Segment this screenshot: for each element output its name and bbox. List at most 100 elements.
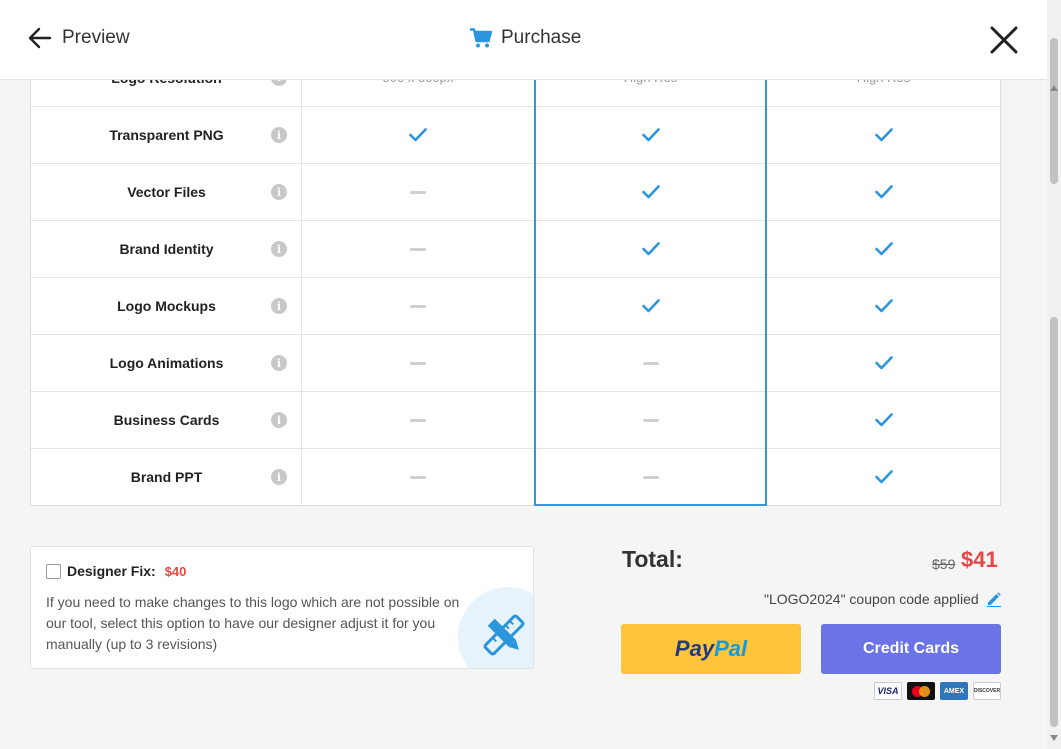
info-icon[interactable]: i [271,127,287,143]
feature-label: Vector Files [127,184,206,200]
total-label: Total: [622,546,683,572]
check-icon [874,299,893,313]
check-icon [641,128,660,142]
dash-icon [410,247,426,251]
dash-icon [642,418,659,422]
feature-label: Transparent PNG [109,127,224,143]
check-icon [641,299,660,313]
info-icon[interactable]: i [271,298,287,314]
credit-cards-button[interactable]: Credit Cards [821,624,1001,674]
plan-cell [302,392,535,448]
designer-fix-price: $40 [164,563,187,579]
feature-label: Brand Identity [119,241,214,257]
discounted-price: $41 [961,547,998,572]
feature-label: Logo Mockups [117,298,216,314]
table-row: Vector Files i [31,163,1000,220]
plan-cell [767,221,1000,277]
dash-icon [410,304,426,308]
feature-cell: Logo Animations i [31,335,302,391]
pencil-ruler-icon [483,614,525,656]
plan-cell [302,221,535,277]
page-scrollbar[interactable] [1047,0,1061,749]
dash-icon [410,361,426,365]
check-icon [641,185,660,199]
table-row: Brand Identity i [31,220,1000,277]
scroll-up-arrow-icon[interactable] [1050,85,1058,91]
visa-card-icon: VISA [874,682,902,700]
table-row: Logo Animations i [31,334,1000,391]
designer-fix-title: Designer Fix: [67,563,156,579]
designer-fix-header: Designer Fix: $40 [46,563,186,579]
check-icon [874,185,893,199]
scrollbar-thumb[interactable] [1050,317,1058,727]
check-icon [874,128,893,142]
feature-cell: Brand Identity i [31,221,302,277]
feature-comparison-table: Logo Resolutioni500 x 500pxHigh ResHigh … [30,49,1001,506]
paypal-logo-part2: Pal [714,636,748,661]
plan-cell [302,335,535,391]
check-icon [874,413,893,427]
feature-cell: Business Cards i [31,392,302,448]
feature-label: Business Cards [113,412,220,428]
info-icon[interactable]: i [271,355,287,371]
plan-cell [767,164,1000,220]
close-icon[interactable] [988,24,1020,56]
discover-card-icon: DISCOVER [973,682,1001,700]
feature-cell: Brand PPT i [31,449,302,505]
table-row: Logo Mockups i [31,277,1000,334]
scrollbar-thumb-upper[interactable] [1050,38,1058,184]
plan-cell [535,449,767,505]
plan-cell [535,392,767,448]
arrow-left-icon [28,27,52,49]
back-label: Preview [62,27,130,48]
coupon-applied-text: "LOGO2024" coupon code applied [764,591,979,607]
plan-cell [302,278,535,334]
designer-fix-checkbox[interactable] [46,563,61,579]
original-price: $59 [932,556,956,572]
plan-cell [535,335,767,391]
paypal-button[interactable]: Pay Pal [621,624,801,674]
check-icon [874,470,893,484]
dash-icon [642,475,659,479]
top-bar: Preview Purchase [0,0,1047,80]
plan-cell [302,449,535,505]
designer-fix-option: Designer Fix: $40 If you need to make ch… [30,546,534,669]
dash-icon [642,361,659,365]
page-title: Purchase [470,27,581,49]
check-icon [874,242,893,256]
feature-label: Logo Animations [109,355,224,371]
feature-cell: Logo Mockups i [31,278,302,334]
dash-icon [410,475,426,479]
feature-label: Brand PPT [130,469,203,485]
plan-cell [767,449,1000,505]
plan-cell [535,107,767,163]
table-row: Brand PPT i [31,448,1000,505]
mastercard-icon [907,682,935,700]
shopping-cart-icon [470,28,492,48]
info-icon[interactable]: i [271,241,287,257]
check-icon [641,242,660,256]
plan-cell [767,107,1000,163]
info-icon[interactable]: i [271,412,287,428]
plan-cell [767,335,1000,391]
table-row: Business Cards i [31,391,1000,448]
plan-cell [535,164,767,220]
scroll-down-arrow-icon[interactable] [1050,735,1058,741]
table-row: Transparent PNG i [31,106,1000,163]
dash-icon [410,418,426,422]
feature-cell: Vector Files i [31,164,302,220]
page-title-label: Purchase [501,27,582,48]
plan-cell [535,221,767,277]
info-icon[interactable]: i [271,469,287,485]
designer-fix-description: If you need to make changes to this logo… [46,594,460,652]
info-icon[interactable]: i [271,184,287,200]
amex-card-icon: AMEX [940,682,968,700]
edit-pencil-icon[interactable] [986,591,1002,607]
check-icon [874,356,893,370]
feature-cell: Transparent PNG i [31,107,302,163]
plan-cell [302,107,535,163]
plan-cell [535,278,767,334]
back-to-preview-button[interactable]: Preview [28,26,130,50]
plan-cell [767,278,1000,334]
plan-cell [767,392,1000,448]
